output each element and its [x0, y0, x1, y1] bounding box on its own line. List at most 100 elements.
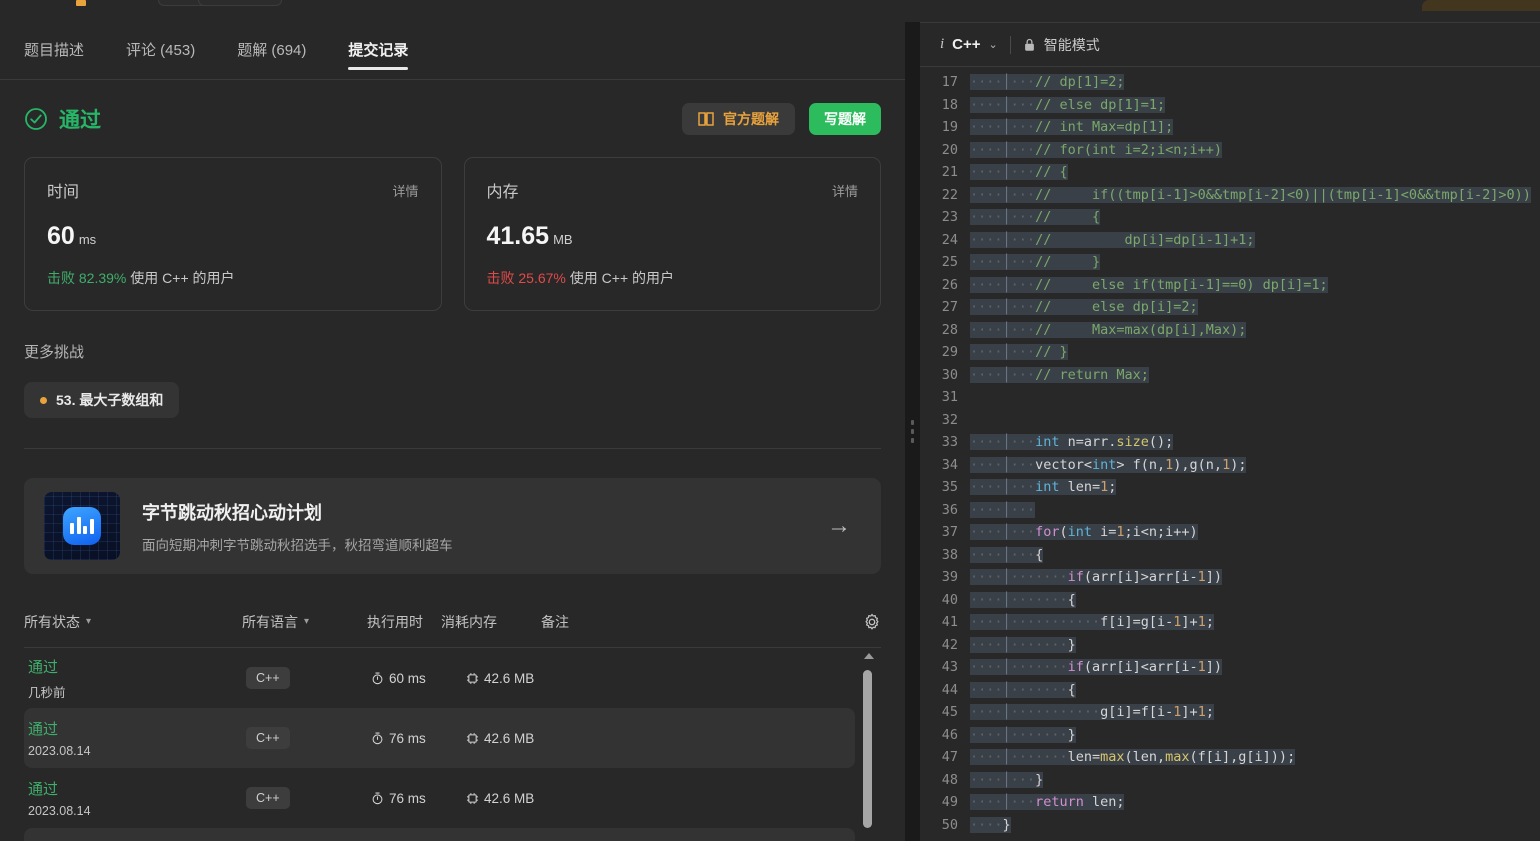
code-line[interactable]: 22 ····│···// if((tmp[i-1]>0&&tmp[i-2]<0)…	[920, 184, 1540, 207]
runtime-number: 60	[47, 222, 75, 250]
row-language: C++	[246, 787, 371, 809]
code-line[interactable]: 47 ····│·······len=max(len,max(f[i],g[i])…	[920, 746, 1540, 769]
code-editor-panel: i C++ ⌄ 智能模式 17 ····│···// dp[1]=2; 18 ····…	[920, 22, 1540, 841]
code-line[interactable]: 28 ····│···// Max=max(dp[i],Max);	[920, 319, 1540, 342]
pane-resize-handle[interactable]	[905, 22, 920, 841]
lock-icon	[1024, 38, 1034, 51]
scrollbar-thumb[interactable]	[863, 670, 872, 828]
bar-chart-icon	[63, 507, 101, 545]
code-line[interactable]: 29 ····│···// }	[920, 341, 1540, 364]
code-line[interactable]: 32	[920, 409, 1540, 432]
submissions-table-header: 所有状态 ▾ 所有语言 ▾ 执行用时 消耗内存 备注	[24, 596, 881, 648]
code-line[interactable]: 37 ····│···for(int i=1;i<n;i++)	[920, 521, 1540, 544]
language-badge: C++	[246, 667, 290, 689]
official-solution-label: 官方题解	[723, 111, 779, 127]
language-badge: C++	[246, 727, 290, 749]
code-line[interactable]: 43 ····│·······if(arr[i]<arr[i-1])	[920, 656, 1540, 679]
left-scroll-area: 通过 官方题解 写题解 时间 详情 60 ms 击败 82.39% 使用 C++…	[0, 80, 905, 841]
left-panel: 题目描述 评论 (453) 题解 (694) 提交记录 通过 官方题解 写题解 …	[0, 22, 905, 841]
code-line[interactable]: 23 ····│···// {	[920, 206, 1540, 229]
column-note: 备注	[541, 613, 569, 630]
tab-solutions[interactable]: 题解 (694)	[237, 22, 306, 80]
official-solution-button[interactable]: 官方题解	[682, 103, 795, 135]
code-line[interactable]: 20 ····│···// for(int i=2;i<n;i++)	[920, 139, 1540, 162]
toolbar-divider	[1009, 35, 1011, 54]
tab-description[interactable]: 题目描述	[24, 22, 84, 80]
code-line-text: ····│·······if(arr[i]>arr[i-1])	[970, 569, 1223, 585]
smart-mode-toggle[interactable]: 智能模式	[1023, 35, 1100, 55]
code-line[interactable]: 36 ····│···	[920, 499, 1540, 522]
line-number: 24	[941, 231, 958, 248]
line-number: 21	[941, 164, 958, 180]
table-row[interactable]: 通过 2023.08.14 C++ 76 ms 42.6 MB	[24, 708, 855, 768]
challenge-chip[interactable]: 53. 最大子数组和	[24, 382, 180, 418]
table-row[interactable]: 通过 2023.08.14 C++ 76 ms 42.6 MB	[24, 768, 855, 828]
code-line[interactable]: 21 ····│···// {	[920, 161, 1540, 184]
language-badge: C++	[246, 787, 290, 809]
row-runtime-value: 76 ms	[389, 790, 426, 806]
code-area[interactable]: 17 ····│···// dp[1]=2; 18 ····│···// else d…	[920, 67, 1540, 841]
memory-detail-link[interactable]: 详情	[832, 181, 858, 200]
code-line[interactable]: 31	[920, 386, 1540, 409]
table-row[interactable]: 通过 C++	[24, 828, 855, 841]
table-row[interactable]: 通过 几秒前 C++ 60 ms 42.6 MB	[24, 648, 855, 708]
filter-status[interactable]: 所有状态 ▾	[24, 612, 242, 632]
stopwatch-icon	[372, 672, 383, 684]
runtime-unit: ms	[78, 232, 97, 247]
code-line[interactable]: 35 ····│···int len=1;	[920, 476, 1540, 499]
code-line[interactable]: 40 ····│·······{	[920, 589, 1540, 612]
code-line[interactable]: 50 ····}	[920, 814, 1540, 837]
submissions-scrollbar[interactable]	[861, 648, 875, 841]
chevron-down-icon: ⌄	[988, 39, 998, 51]
promo-arrow-icon[interactable]: →	[827, 512, 861, 540]
code-line[interactable]: 39 ····│·······if(arr[i]>arr[i-1])	[920, 566, 1540, 589]
memory-beat: 击败 25.67% 使用 C++ 的用户	[487, 268, 859, 288]
tab-comments[interactable]: 评论 (453)	[126, 22, 195, 80]
code-line[interactable]: 46 ····│·······}	[920, 724, 1540, 747]
row-timestamp: 2023.08.14	[28, 804, 91, 818]
code-line[interactable]: 19 ····│···// int Max=dp[1];	[920, 116, 1540, 139]
code-line[interactable]: 45 ····│···········g[i]=f[i-1]+1;	[920, 701, 1540, 724]
code-line-text: ····│···········f[i]=g[i-1]+1;	[970, 614, 1214, 630]
code-line[interactable]: 48 ····│···}	[920, 769, 1540, 792]
language-selector[interactable]: i C++ ⌄	[940, 36, 998, 53]
top-pill-2[interactable]	[198, 0, 282, 6]
code-line[interactable]: 18 ····│···// else dp[1]=1;	[920, 94, 1540, 117]
code-line[interactable]: 17 ····│···// dp[1]=2;	[920, 71, 1540, 94]
code-line-text	[970, 386, 1540, 409]
code-line-text: ····│·······}	[970, 636, 1076, 653]
row-memory-value: 42.6 MB	[484, 730, 535, 746]
runtime-value: 60 ms	[47, 222, 419, 251]
code-line[interactable]: 26 ····│···// else if(tmp[i-1]==0) dp[i]=…	[920, 274, 1540, 297]
code-line[interactable]: 38 ····│···{	[920, 544, 1540, 567]
code-line-text: ····│···········g[i]=f[i-1]+1;	[970, 704, 1214, 720]
code-line[interactable]: 25 ····│···// }	[920, 251, 1540, 274]
line-number: 19	[941, 119, 958, 135]
code-line[interactable]: 30 ····│···// return Max;	[920, 364, 1540, 387]
code-line[interactable]: 44 ····│·······{	[920, 679, 1540, 702]
write-solution-button[interactable]: 写题解	[809, 103, 881, 135]
code-line-text: ····│···// if((tmp[i-1]>0&&tmp[i-2]<0)||…	[970, 186, 1531, 203]
code-line[interactable]: 27 ····│···// else dp[i]=2;	[920, 296, 1540, 319]
code-line-text: ····│···// else dp[1]=1;	[970, 96, 1166, 113]
code-line[interactable]: 42 ····│·······}	[920, 634, 1540, 657]
book-icon	[698, 112, 714, 126]
table-settings-button[interactable]	[841, 613, 881, 631]
promo-banner[interactable]: 字节跳动秋招心动计划 面向短期冲刺字节跳动秋招选手，秋招弯道顺利超车 →	[24, 478, 881, 574]
runtime-detail-link[interactable]: 详情	[392, 181, 418, 200]
code-line[interactable]: 41 ····│···········f[i]=g[i-1]+1;	[920, 611, 1540, 634]
code-line-text	[970, 409, 1540, 432]
code-line[interactable]: 49 ····│···return len;	[920, 791, 1540, 814]
code-line[interactable]: 33 ····│···int n=arr.size();	[920, 431, 1540, 454]
memory-chip-icon	[466, 792, 479, 804]
scroll-up-arrow-icon[interactable]	[864, 653, 874, 659]
code-line-text: ····│·······}	[970, 726, 1076, 743]
tab-submissions[interactable]: 提交记录	[348, 22, 409, 80]
line-number: 25	[941, 254, 958, 270]
filter-language[interactable]: 所有语言 ▾	[242, 612, 367, 632]
code-line-text: ····│·······if(arr[i]<arr[i-1])	[970, 659, 1223, 675]
code-line[interactable]: 24 ····│···// dp[i]=dp[i-1]+1;	[920, 229, 1540, 252]
metric-cards: 时间 详情 60 ms 击败 82.39% 使用 C++ 的用户 内存 详情 4…	[24, 157, 881, 311]
code-line[interactable]: 34 ····│···vector<int> f(n,1),g(n,1);	[920, 454, 1540, 477]
code-line-text: ····│·······{	[970, 681, 1076, 698]
